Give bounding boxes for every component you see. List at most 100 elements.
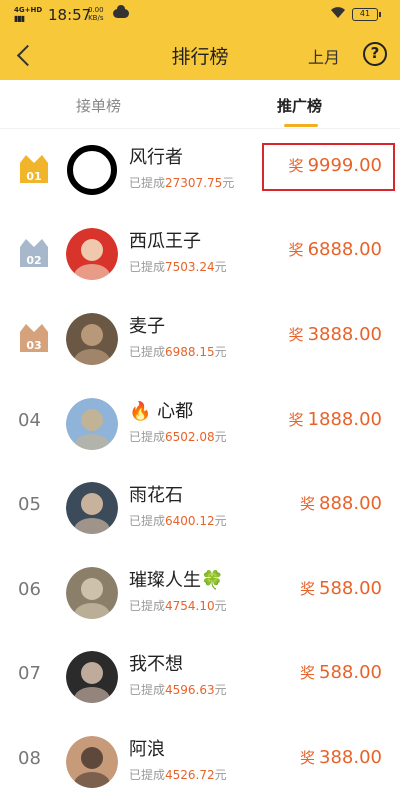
user-name: 雨花石 (129, 485, 183, 506)
network-label: 4G+HD (14, 6, 43, 14)
earned-label: 已提成 (129, 260, 166, 274)
leaderboard-screen: 4G+HD ▮▮▮ 18:57 0.00 KB/s 41 排行榜 上月 ? 接单… (0, 0, 400, 796)
earned-amount: 7503.24 (165, 260, 215, 274)
reward-label: 奖 (288, 326, 304, 344)
rank-number: 08 (18, 748, 41, 769)
reward-amount: 奖 588.00 (300, 662, 382, 683)
ranking-row[interactable]: 02 西瓜王子已提成7503.24元 奖 6888.00 (0, 212, 400, 296)
period-selector[interactable]: 上月 (308, 44, 340, 68)
reward-amount: 奖 588.00 (300, 578, 382, 599)
network-speed: 0.00 KB/s (88, 6, 104, 22)
earned-unit: 元 (214, 683, 227, 697)
user-name: 阿浪 (129, 739, 165, 760)
earned-unit: 元 (214, 514, 227, 528)
earned-commission: 已提成6400.12元 (129, 512, 227, 529)
help-icon[interactable]: ? (363, 42, 387, 66)
reward-label: 奖 (300, 664, 316, 682)
ranking-row[interactable]: 03 麦子已提成6988.15元 奖 3888.00 (0, 297, 400, 381)
wifi-icon (330, 5, 346, 23)
earned-amount: 4526.72 (165, 768, 215, 782)
rank-number: 03 (26, 339, 42, 352)
earned-commission: 已提成27307.75元 (129, 174, 234, 191)
rank-crown-icon: 01 (14, 151, 54, 187)
reward-value: 588.00 (319, 662, 382, 683)
battery-icon: 41 (352, 8, 381, 21)
avatar[interactable] (66, 482, 118, 534)
status-time: 18:57 (48, 6, 92, 24)
earned-commission: 已提成6502.08元 (129, 428, 227, 445)
earned-amount: 4596.63 (165, 683, 215, 697)
earned-unit: 元 (214, 430, 227, 444)
avatar[interactable] (66, 144, 118, 196)
cloud-icon (113, 5, 129, 18)
speed-unit: KB/s (88, 14, 104, 22)
avatar[interactable] (66, 736, 118, 788)
user-name: 我不想 (129, 654, 183, 675)
earned-amount: 6988.15 (165, 345, 215, 359)
ranking-row[interactable]: 08 阿浪已提成4526.72元 奖 388.00 (0, 720, 400, 796)
reward-value: 588.00 (319, 578, 382, 599)
rank-number: 06 (18, 579, 41, 600)
speed-value: 0.00 (88, 6, 104, 14)
user-name: 🔥 心都 (129, 401, 194, 422)
earned-commission: 已提成4754.10元 (129, 597, 227, 614)
earned-commission: 已提成4596.63元 (129, 681, 227, 698)
rank-crown-icon: 02 (14, 235, 54, 271)
ranking-row[interactable]: 04 🔥 心都已提成6502.08元 奖 1888.00 (0, 382, 400, 466)
earned-unit: 元 (214, 345, 227, 359)
top-bar: 4G+HD ▮▮▮ 18:57 0.00 KB/s 41 排行榜 上月 ? (0, 0, 400, 80)
avatar[interactable] (66, 651, 118, 703)
reward-value: 6888.00 (307, 239, 382, 260)
earned-amount: 27307.75 (165, 176, 223, 190)
earned-label: 已提成 (129, 176, 166, 190)
reward-amount: 奖 1888.00 (289, 409, 382, 430)
earned-label: 已提成 (129, 430, 166, 444)
avatar[interactable] (66, 228, 118, 280)
user-name: 麦子 (129, 316, 165, 337)
earned-label: 已提成 (129, 345, 166, 359)
active-tab-indicator (284, 124, 318, 127)
reward-label: 奖 (300, 580, 316, 598)
earned-unit: 元 (222, 176, 235, 190)
earned-unit: 元 (214, 599, 227, 613)
avatar[interactable] (66, 313, 118, 365)
app-header: 排行榜 上月 ? (0, 30, 400, 80)
avatar[interactable] (66, 398, 118, 450)
reward-value: 388.00 (319, 747, 382, 768)
rank-number: 05 (18, 494, 41, 515)
reward-value: 888.00 (319, 493, 382, 514)
earned-label: 已提成 (129, 599, 166, 613)
rank-number: 01 (26, 170, 42, 183)
earned-unit: 元 (214, 768, 227, 782)
reward-amount: 奖 388.00 (300, 747, 382, 768)
user-name: 风行者 (129, 147, 183, 168)
earned-label: 已提成 (129, 683, 166, 697)
reward-label: 奖 (300, 749, 316, 767)
ranking-row[interactable]: 06 璀璨人生🍀 已提成4754.10元 奖 588.00 (0, 551, 400, 635)
reward-amount: 奖 3888.00 (289, 324, 382, 345)
rank-number: 04 (18, 410, 41, 431)
reward-value: 3888.00 (307, 324, 382, 345)
earned-amount: 6502.08 (165, 430, 215, 444)
tab-promotion-ranking[interactable]: 推广榜 (277, 95, 322, 116)
ranking-row[interactable]: 07 我不想已提成4596.63元 奖 588.00 (0, 635, 400, 719)
rank-number: 07 (18, 663, 41, 684)
earned-commission: 已提成4526.72元 (129, 766, 227, 783)
user-name: 西瓜王子 (129, 231, 201, 252)
tab-orders-ranking[interactable]: 接单榜 (76, 95, 121, 116)
reward-label: 奖 (288, 411, 304, 429)
earned-label: 已提成 (129, 768, 166, 782)
user-name: 璀璨人生🍀 (129, 570, 224, 591)
signal-icon: ▮▮▮ (14, 14, 25, 23)
reward-amount: 奖 888.00 (300, 493, 382, 514)
earned-unit: 元 (214, 260, 227, 274)
reward-label: 奖 (288, 241, 304, 259)
avatar[interactable] (66, 567, 118, 619)
rank-crown-icon: 03 (14, 320, 54, 356)
ranking-row[interactable]: 05 雨花石已提成6400.12元 奖 888.00 (0, 466, 400, 550)
highlight-box (262, 143, 395, 191)
tab-bar: 接单榜 推广榜 (0, 80, 400, 128)
earned-amount: 6400.12 (165, 514, 215, 528)
network-indicator: 4G+HD ▮▮▮ (14, 6, 43, 23)
rank-number: 02 (26, 254, 42, 267)
